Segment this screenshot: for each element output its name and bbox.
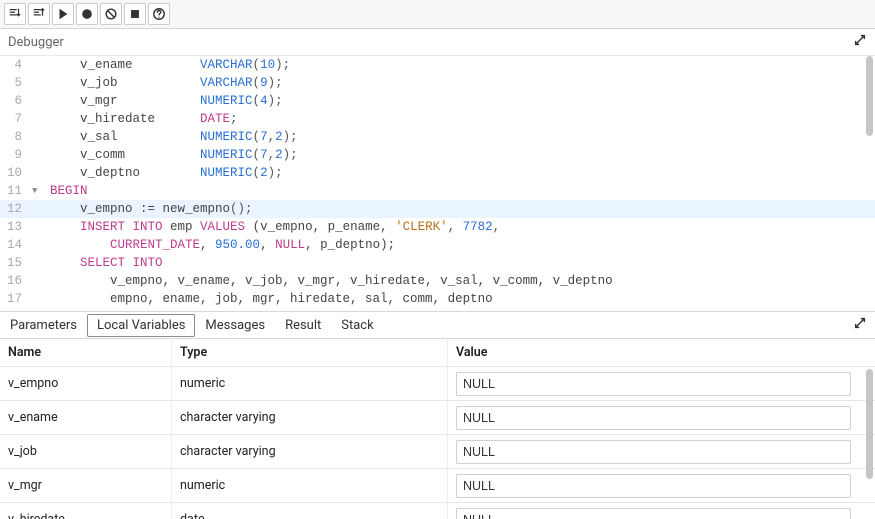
code-line[interactable]: 16 v_empno, v_ename, v_job, v_mgr, v_hir… xyxy=(0,272,875,290)
code-line[interactable]: 13 INSERT INTO emp VALUES (v_empno, p_en… xyxy=(0,218,875,236)
var-name: v_ename xyxy=(0,401,172,434)
var-value-cell xyxy=(448,503,875,519)
tab-local-variables[interactable]: Local Variables xyxy=(87,314,195,337)
code-line[interactable]: 11▼BEGIN xyxy=(0,182,875,200)
code-line[interactable]: 5 v_job VARCHAR(9); xyxy=(0,74,875,92)
line-number: 18 xyxy=(0,308,32,311)
code-line[interactable]: 6 v_mgr NUMERIC(4); xyxy=(0,92,875,110)
var-value-cell xyxy=(448,367,875,400)
panel-expand-icon[interactable] xyxy=(845,312,875,338)
code-line[interactable]: 4 v_ename VARCHAR(10); xyxy=(0,56,875,74)
code-line[interactable]: 17 empno, ename, job, mgr, hiredate, sal… xyxy=(0,290,875,308)
code-line[interactable]: 14 CURRENT_DATE, 950.00, NULL, p_deptno)… xyxy=(0,236,875,254)
line-number: 7 xyxy=(0,110,32,128)
tab-stack[interactable]: Stack xyxy=(331,314,383,337)
stop-button[interactable] xyxy=(124,3,146,25)
clear-breakpoints-button[interactable] xyxy=(100,3,122,25)
line-number: 10 xyxy=(0,164,32,182)
var-value-input[interactable] xyxy=(456,474,851,498)
var-value-input[interactable] xyxy=(456,372,851,396)
variables-grid: Name Type Value v_empnonumericv_enamecha… xyxy=(0,339,875,519)
table-row: v_mgrnumeric xyxy=(0,469,875,503)
tab-result[interactable]: Result xyxy=(275,314,331,337)
code-text: v_empno := new_empno(); xyxy=(48,200,253,218)
table-row: v_hiredatedate xyxy=(0,503,875,519)
line-number: 14 xyxy=(0,236,32,254)
line-number: 9 xyxy=(0,146,32,164)
var-value-cell xyxy=(448,435,875,468)
continue-button[interactable] xyxy=(52,3,74,25)
editor-scrollbar[interactable] xyxy=(866,56,873,136)
debugger-header: Debugger xyxy=(0,29,875,56)
code-editor[interactable]: 4 v_ename VARCHAR(10);5 v_job VARCHAR(9)… xyxy=(0,56,875,311)
code-text: empno, ename, job, mgr, hiredate, sal, c… xyxy=(48,290,493,308)
code-line[interactable]: 18 FROM emp WHERE empno = v_empno; xyxy=(0,308,875,311)
help-button[interactable] xyxy=(148,3,170,25)
code-line[interactable]: 8 v_sal NUMERIC(7,2); xyxy=(0,128,875,146)
code-line[interactable]: 7 v_hiredate DATE; xyxy=(0,110,875,128)
tab-parameters[interactable]: Parameters xyxy=(0,314,87,337)
var-name: v_job xyxy=(0,435,172,468)
line-number: 5 xyxy=(0,74,32,92)
code-line[interactable]: 10 v_deptno NUMERIC(2); xyxy=(0,164,875,182)
code-text: v_hiredate DATE; xyxy=(48,110,238,128)
fold-gutter[interactable]: ▼ xyxy=(32,182,48,200)
code-text: CURRENT_DATE, 950.00, NULL, p_deptno); xyxy=(48,236,395,254)
var-name: v_empno xyxy=(0,367,172,400)
code-text: v_job VARCHAR(9); xyxy=(48,74,283,92)
var-type: numeric xyxy=(172,367,448,400)
line-number: 12 xyxy=(0,200,32,218)
code-text: v_comm NUMERIC(7,2); xyxy=(48,146,298,164)
var-type: date xyxy=(172,503,448,519)
tab-messages[interactable]: Messages xyxy=(195,314,275,337)
var-type: character varying xyxy=(172,401,448,434)
var-value-input[interactable] xyxy=(456,440,851,464)
toggle-breakpoint-button[interactable] xyxy=(76,3,98,25)
line-number: 13 xyxy=(0,218,32,236)
code-text: SELECT INTO xyxy=(48,254,163,272)
var-name: v_hiredate xyxy=(0,503,172,519)
line-number: 16 xyxy=(0,272,32,290)
var-type: character varying xyxy=(172,435,448,468)
col-header-name: Name xyxy=(0,339,172,366)
var-value-input[interactable] xyxy=(456,406,851,430)
grid-header-row: Name Type Value xyxy=(0,339,875,367)
code-text: v_deptno NUMERIC(2); xyxy=(48,164,283,182)
line-number: 15 xyxy=(0,254,32,272)
var-value-input[interactable] xyxy=(456,508,851,519)
col-header-type: Type xyxy=(172,339,448,366)
step-over-button[interactable] xyxy=(28,3,50,25)
code-line[interactable]: 15 SELECT INTO xyxy=(0,254,875,272)
code-text: v_sal NUMERIC(7,2); xyxy=(48,128,298,146)
line-number: 4 xyxy=(0,56,32,74)
code-text: FROM emp WHERE empno = v_empno; xyxy=(48,308,343,311)
debugger-title: Debugger xyxy=(8,35,64,50)
code-text: v_mgr NUMERIC(4); xyxy=(48,92,283,110)
var-type: numeric xyxy=(172,469,448,502)
table-row: v_jobcharacter varying xyxy=(0,435,875,469)
line-number: 11 xyxy=(0,182,32,200)
code-line[interactable]: 9 v_comm NUMERIC(7,2); xyxy=(0,146,875,164)
line-number: 8 xyxy=(0,128,32,146)
panel-tabs: Parameters Local Variables Messages Resu… xyxy=(0,311,875,339)
table-row: v_enamecharacter varying xyxy=(0,401,875,435)
var-value-cell xyxy=(448,469,875,502)
step-into-button[interactable] xyxy=(4,3,26,25)
var-name: v_mgr xyxy=(0,469,172,502)
code-text: BEGIN xyxy=(48,182,88,200)
code-line[interactable]: 12 v_empno := new_empno(); xyxy=(0,200,875,218)
col-header-value: Value xyxy=(448,339,875,366)
grid-scrollbar[interactable] xyxy=(866,369,873,479)
debug-toolbar xyxy=(0,0,875,29)
line-number: 17 xyxy=(0,290,32,308)
var-value-cell xyxy=(448,401,875,434)
expand-icon[interactable] xyxy=(853,33,867,51)
code-text: v_empno, v_ename, v_job, v_mgr, v_hireda… xyxy=(48,272,613,290)
code-text: INSERT INTO emp VALUES (v_empno, p_ename… xyxy=(48,218,500,236)
table-row: v_empnonumeric xyxy=(0,367,875,401)
code-text: v_ename VARCHAR(10); xyxy=(48,56,290,74)
line-number: 6 xyxy=(0,92,32,110)
